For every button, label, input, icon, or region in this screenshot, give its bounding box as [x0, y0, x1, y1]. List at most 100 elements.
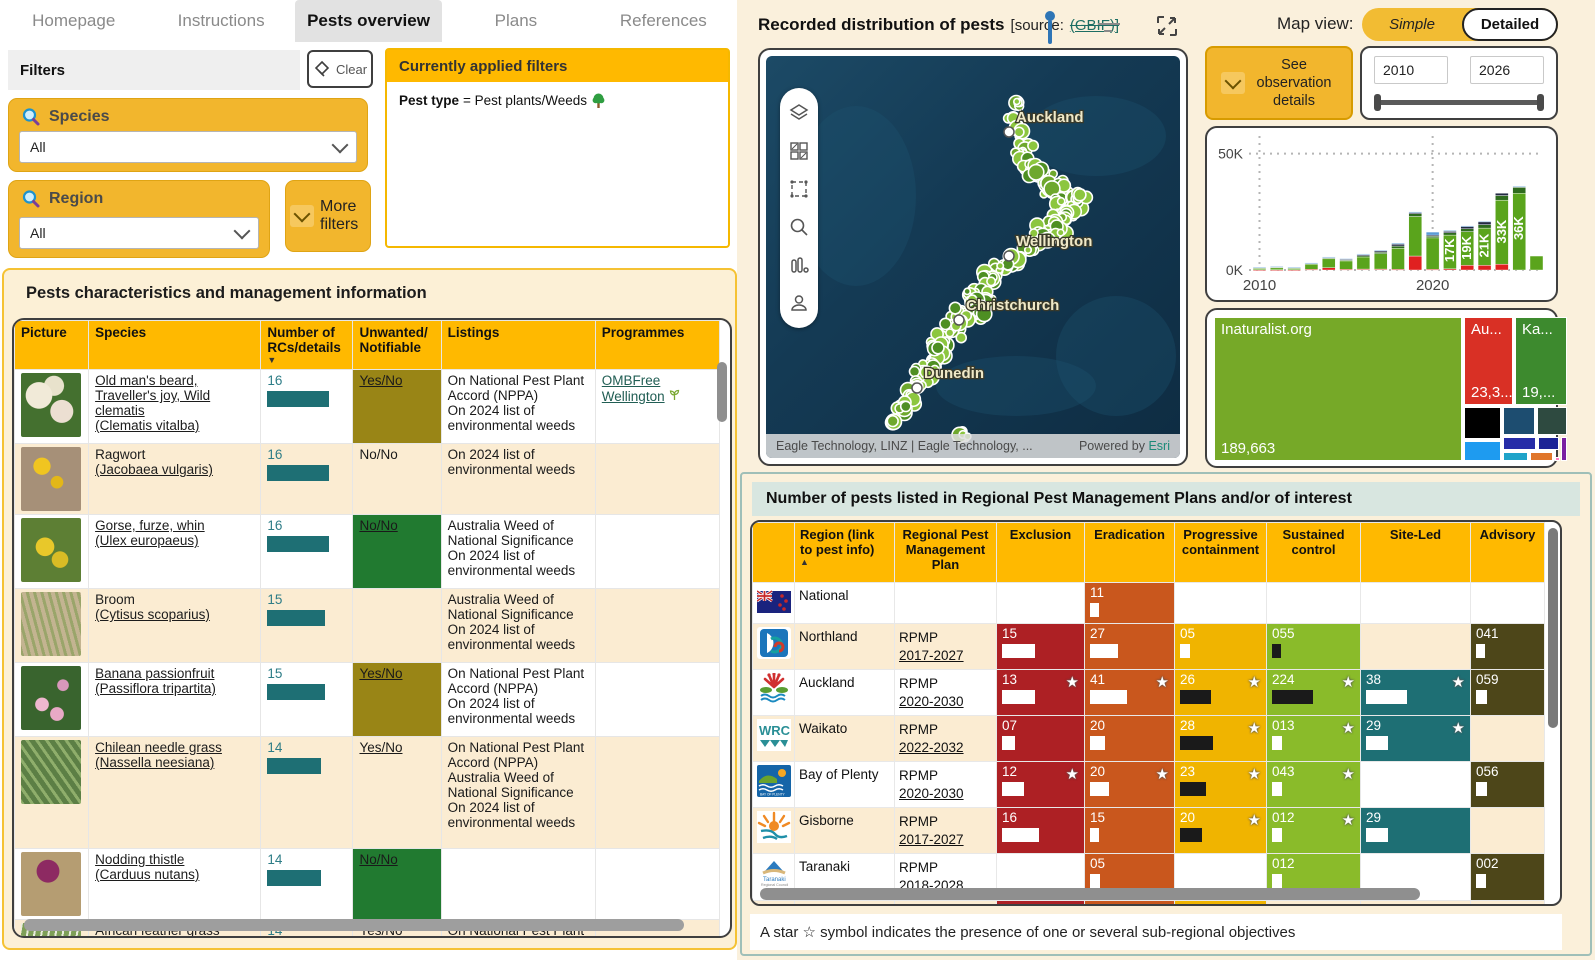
- unwanted-cell[interactable]: Yes/No: [352, 369, 442, 444]
- treemap-block[interactable]: [1555, 457, 1560, 461]
- sort-desc-icon[interactable]: ▼: [267, 355, 346, 365]
- rpmp-col-header[interactable]: [752, 522, 795, 583]
- exclusion-cell[interactable]: 15: [996, 622, 1085, 671]
- species-photo[interactable]: [21, 518, 81, 582]
- observation-dot[interactable]: [945, 328, 955, 338]
- tab-plans[interactable]: Plans: [442, 0, 589, 42]
- sustained-cell[interactable]: 224 ★: [1266, 669, 1361, 717]
- species-scientific-link[interactable]: (Passiflora tripartita): [95, 681, 216, 696]
- map-view-simple-option[interactable]: Simple: [1362, 16, 1462, 33]
- region-name-cell[interactable]: Northland: [794, 622, 895, 671]
- pests-table-hscrollbar[interactable]: [24, 919, 684, 931]
- sustained-cell[interactable]: 012 ★: [1266, 807, 1361, 855]
- bar-segment-light-blue[interactable]: [1460, 225, 1474, 227]
- focus-mode-icon[interactable]: [1155, 14, 1179, 38]
- bar-segment-dark-green[interactable]: [1425, 236, 1440, 239]
- sort-asc-icon[interactable]: ▲: [800, 557, 889, 567]
- esri-link[interactable]: Esri: [1148, 439, 1170, 453]
- bar-segment-light-blue[interactable]: [1477, 220, 1492, 223]
- species-link[interactable]: Old man's beard, Traveller's joy, Wild c…: [95, 373, 210, 418]
- search-icon[interactable]: [788, 216, 810, 238]
- advisory-cell[interactable]: 059: [1470, 669, 1545, 717]
- sources-treemap[interactable]: Inaturalist.org 189,663 Au... 23,3... Ka... 1…: [1214, 317, 1567, 461]
- bar-segment-green[interactable]: [1373, 253, 1388, 270]
- species-scientific-link[interactable]: (Ulex europaeus): [95, 533, 199, 548]
- observation-dot[interactable]: [963, 287, 972, 296]
- species-photo[interactable]: [21, 447, 81, 511]
- rpmp-table-hscrollbar[interactable]: [760, 888, 1420, 900]
- plan-years-link[interactable]: 2020-2030: [899, 786, 964, 801]
- treemap-block[interactable]: [1561, 437, 1567, 461]
- bar-segment-dark-green[interactable]: [1512, 187, 1526, 194]
- bar-segment-dark-green[interactable]: [1477, 224, 1492, 229]
- treemap-block[interactable]: [1503, 407, 1535, 435]
- region-name-cell[interactable]: Manawatu-: [794, 899, 895, 904]
- treemap-block[interactable]: [1503, 437, 1536, 450]
- pests-col-header[interactable]: Species: [88, 320, 262, 370]
- bar-segment-navy[interactable]: [1443, 231, 1457, 233]
- siteled-cell[interactable]: 38 ★: [1360, 669, 1471, 717]
- observation-dot[interactable]: [931, 340, 945, 355]
- bar-segment-green[interactable]: [1322, 258, 1336, 268]
- species-photo[interactable]: [21, 666, 81, 730]
- eradication-cell[interactable]: 11: [1084, 582, 1175, 624]
- pests-col-header[interactable]: Programmes: [594, 320, 721, 370]
- basemap-gallery-icon[interactable]: [788, 140, 810, 162]
- clear-filters-button[interactable]: Clear: [307, 50, 373, 88]
- observation-dot[interactable]: [908, 365, 921, 378]
- treemap-block[interactable]: [1464, 407, 1501, 439]
- bar-segment-green[interactable]: [1391, 248, 1405, 270]
- bar-segment-light-blue[interactable]: [1425, 231, 1440, 236]
- advisory-cell[interactable]: 056: [1470, 761, 1545, 809]
- species-link[interactable]: Gorse, furze, whin: [95, 518, 205, 533]
- pests-table-vscrollbar[interactable]: [717, 362, 727, 422]
- species-photo[interactable]: [21, 373, 81, 437]
- advisory-cell[interactable]: 002: [1470, 853, 1545, 901]
- unwanted-cell[interactable]: No/No: [352, 848, 442, 920]
- pests-col-header[interactable]: Number of RCs/details ▼: [260, 320, 354, 370]
- bar-segment-light-blue[interactable]: [1356, 253, 1371, 255]
- chart-columns-icon[interactable]: [788, 254, 810, 276]
- eradication-cell[interactable]: 20: [1084, 715, 1175, 763]
- bar-segment-light-blue[interactable]: [1408, 211, 1423, 213]
- nz-distribution-map[interactable]: Auckland Wellington Christchurch Dunedin: [766, 56, 1180, 458]
- progressive-cell[interactable]: 05: [1174, 622, 1267, 671]
- exclusion-cell[interactable]: 07: [996, 715, 1085, 763]
- treemap-block[interactable]: [1537, 407, 1567, 435]
- exclusion-cell[interactable]: 13 ★: [996, 669, 1085, 717]
- bar-segment-dark-green[interactable]: [1443, 232, 1457, 236]
- sustained-cell[interactable]: 013 ★: [1266, 715, 1361, 763]
- eradication-cell[interactable]: 15: [1084, 807, 1175, 855]
- slider-pin-icon[interactable]: [1042, 8, 1058, 46]
- tab-instructions[interactable]: Instructions: [147, 0, 294, 42]
- sustained-cell[interactable]: 043 ★: [1266, 761, 1361, 809]
- bar-segment-light-blue[interactable]: [1391, 243, 1405, 245]
- advisory-cell[interactable]: 041: [1470, 622, 1545, 671]
- eradication-cell[interactable]: 41 ★: [1084, 669, 1175, 717]
- observation-dot[interactable]: [955, 331, 967, 344]
- plan-years-link[interactable]: 2017-2027: [899, 648, 964, 663]
- species-scientific-link[interactable]: (Jacobaea vulgaris): [95, 462, 213, 477]
- species-dropdown[interactable]: All: [19, 131, 357, 163]
- person-icon[interactable]: [788, 292, 810, 314]
- plan-years-link[interactable]: 2020-2030: [899, 694, 964, 709]
- bar-segment-dark-green[interactable]: [1408, 213, 1423, 217]
- rpmp-col-header[interactable]: Site-Led: [1360, 522, 1471, 583]
- bar-segment-green[interactable]: [1339, 260, 1353, 270]
- observation-dot[interactable]: [1027, 139, 1040, 152]
- bar-segment-light-blue[interactable]: [1373, 250, 1388, 252]
- select-area-icon[interactable]: [788, 178, 810, 200]
- bar-segment-light-blue[interactable]: [1339, 258, 1353, 260]
- species-link[interactable]: Banana passionfruit: [95, 666, 214, 681]
- exclusion-cell[interactable]: 12 ★: [996, 761, 1085, 809]
- species-scientific-link[interactable]: (Clematis vitalba): [95, 418, 199, 433]
- progressive-cell[interactable]: 26 ★: [1174, 669, 1267, 717]
- rpmp-col-header[interactable]: Eradication: [1084, 522, 1175, 583]
- siteled-cell[interactable]: 29: [1360, 807, 1471, 855]
- progressive-cell[interactable]: 20 ★: [1174, 807, 1267, 855]
- species-photo[interactable]: [21, 852, 81, 916]
- observations-bar-chart[interactable]: 2010 2020 50K 0K 17K 19K 21K33K 36K: [1207, 128, 1556, 300]
- bar-segment-light-blue[interactable]: [1287, 267, 1301, 269]
- unwanted-cell[interactable]: No/No: [352, 514, 442, 589]
- bar-segment-navy[interactable]: [1391, 243, 1405, 247]
